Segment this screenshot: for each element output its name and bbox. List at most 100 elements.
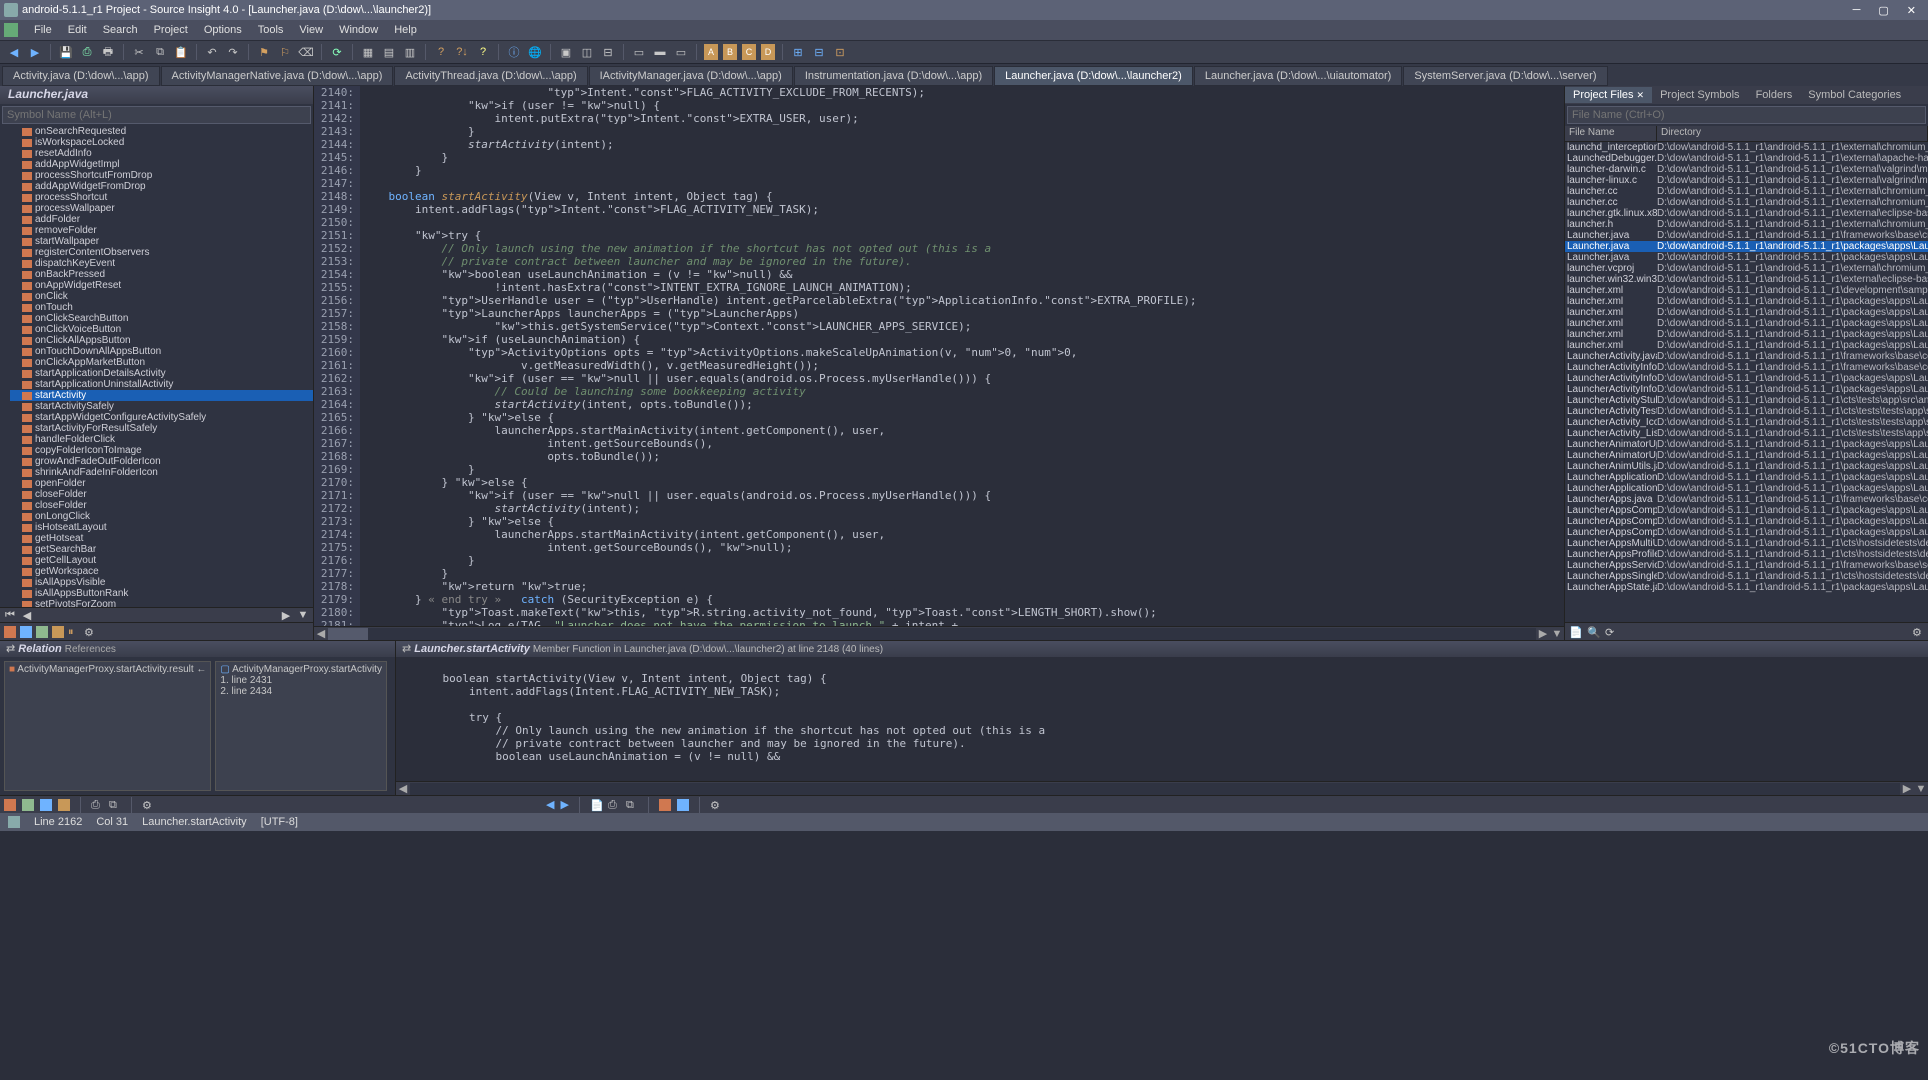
btool-5[interactable]: ⎙ <box>91 799 103 811</box>
file-row[interactable]: LauncherAppsCompD:\dow\android-5.1.1_r1\… <box>1565 516 1928 527</box>
ctx-nav-fwd[interactable]: ▶ <box>560 798 568 811</box>
menu-tools[interactable]: Tools <box>250 22 292 38</box>
tile-h-button[interactable]: ▦ <box>360 44 376 60</box>
nav-forward-button[interactable]: ▶ <box>27 44 43 60</box>
symbol-search-input[interactable] <box>2 106 311 124</box>
snippet-2-button[interactable]: ⊟ <box>811 44 827 60</box>
file-row[interactable]: launchd_interceptionD:\dow\android-5.1.1… <box>1565 142 1928 153</box>
ctx-hscroll-left[interactable]: ◀ <box>396 782 410 795</box>
btool-1[interactable] <box>4 799 16 811</box>
layout-1-button[interactable]: ▣ <box>558 44 574 60</box>
symbol-row[interactable]: registerContentObservers <box>10 247 313 258</box>
symbol-row[interactable]: addAppWidgetFromDrop <box>10 181 313 192</box>
btool-gear[interactable]: ⚙ <box>142 799 154 811</box>
file-row[interactable]: LauncherAppState.jaD:\dow\android-5.1.1_… <box>1565 582 1928 593</box>
project-tab[interactable]: Project Files✕ <box>1565 87 1652 103</box>
menu-edit[interactable]: Edit <box>60 22 95 38</box>
ctx-tool-3[interactable]: ⧉ <box>626 799 638 811</box>
letter-d-button[interactable]: D <box>761 44 775 60</box>
symbol-row[interactable]: processWallpaper <box>10 203 313 214</box>
symbol-row[interactable]: addAppWidgetImpl <box>10 159 313 170</box>
menu-file[interactable]: File <box>26 22 60 38</box>
symbol-row[interactable]: resetAddInfo <box>10 148 313 159</box>
save-all-button[interactable]: ⎙ <box>79 44 95 60</box>
doc-tab[interactable]: SystemServer.java (D:\dow\...\server) <box>1403 66 1607 86</box>
file-row[interactable]: launcher.ccD:\dow\android-5.1.1_r1\andro… <box>1565 186 1928 197</box>
symbol-row[interactable]: getHotseat <box>10 533 313 544</box>
doc-tab[interactable]: ActivityThread.java (D:\dow\...\app) <box>394 66 587 86</box>
file-row[interactable]: launcher.gtk.linux.x86D:\dow\android-5.1… <box>1565 208 1928 219</box>
save-button[interactable]: 💾 <box>58 44 74 60</box>
file-row[interactable]: LauncherActivity_ListD:\dow\android-5.1.… <box>1565 428 1928 439</box>
info-button[interactable]: ⓘ <box>506 44 522 60</box>
sym-tool-gear[interactable]: ⚙ <box>84 626 96 638</box>
redo-button[interactable]: ↷ <box>225 44 241 60</box>
symbol-list[interactable]: onSearchRequestedisWorkspaceLockedresetA… <box>0 126 313 607</box>
btool-6[interactable]: ⧉ <box>109 799 121 811</box>
layout-3-button[interactable]: ⊟ <box>600 44 616 60</box>
bookmark-clear-button[interactable]: ⌫ <box>298 44 314 60</box>
proj-tool-gear[interactable]: ⚙ <box>1912 626 1924 638</box>
symbol-row[interactable]: isWorkspaceLocked <box>10 137 313 148</box>
relation-callee-line-2[interactable]: 2. line 2434 <box>220 686 382 697</box>
file-row[interactable]: Launcher.javaD:\dow\android-5.1.1_r1\and… <box>1565 241 1928 252</box>
symbol-row[interactable]: onClickAllAppsButton <box>10 335 313 346</box>
file-row[interactable]: launcher.ccD:\dow\android-5.1.1_r1\andro… <box>1565 197 1928 208</box>
symbol-row[interactable]: onClick <box>10 291 313 302</box>
sym-tool-4[interactable] <box>52 626 64 638</box>
ctx-hscroll-right[interactable]: ▶ <box>1900 782 1914 795</box>
menu-window[interactable]: Window <box>331 22 386 38</box>
file-row[interactable]: launcher.hD:\dow\android-5.1.1_r1\androi… <box>1565 219 1928 230</box>
file-row[interactable]: launcher.xmlD:\dow\android-5.1.1_r1\andr… <box>1565 340 1928 351</box>
doc-tab[interactable]: Launcher.java (D:\dow\...\launcher2) <box>994 66 1193 86</box>
proj-tool-3[interactable]: ⟳ <box>1605 626 1617 638</box>
file-row[interactable]: LauncherAppsServicD:\dow\android-5.1.1_r… <box>1565 560 1928 571</box>
context-hscroll[interactable]: ◀ ▶ ▼ <box>396 781 1928 795</box>
file-row[interactable]: LauncherApplication.D:\dow\android-5.1.1… <box>1565 483 1928 494</box>
file-row[interactable]: LauncherActivityInfoD:\dow\android-5.1.1… <box>1565 362 1928 373</box>
symbol-row[interactable]: copyFolderIconToImage <box>10 445 313 456</box>
symbol-row[interactable]: dispatchKeyEvent <box>10 258 313 269</box>
file-row[interactable]: LaunchedDebugger.jD:\dow\android-5.1.1_r… <box>1565 153 1928 164</box>
sym-nav-down[interactable]: ▼ <box>295 608 311 622</box>
letter-a-button[interactable]: A <box>704 44 718 60</box>
close-tab-icon[interactable]: ✕ <box>1637 90 1645 100</box>
tile-v-button[interactable]: ▤ <box>381 44 397 60</box>
maximize-button[interactable]: ▢ <box>1878 4 1888 17</box>
find-next-button[interactable]: ?↓ <box>454 44 470 60</box>
minimize-button[interactable]: ─ <box>1853 4 1861 17</box>
print-button[interactable]: 🖶 <box>100 44 116 60</box>
hscroll-down[interactable]: ▼ <box>1550 628 1564 640</box>
symbol-row[interactable]: startActivitySafely <box>10 401 313 412</box>
symbol-row[interactable]: onSearchRequested <box>10 126 313 137</box>
menu-options[interactable]: Options <box>196 22 250 38</box>
find-button[interactable]: ? <box>433 44 449 60</box>
col-directory[interactable]: Directory <box>1657 126 1928 141</box>
layout-2-button[interactable]: ◫ <box>579 44 595 60</box>
symbol-row[interactable]: isHotseatLayout <box>10 522 313 533</box>
ctx-tool-5[interactable] <box>677 799 689 811</box>
symbol-row[interactable]: addFolder <box>10 214 313 225</box>
hscroll-left[interactable]: ◀ <box>314 627 328 640</box>
file-row[interactable]: LauncherApps.javaD:\dow\android-5.1.1_r1… <box>1565 494 1928 505</box>
bookmark-button[interactable]: ⚑ <box>256 44 272 60</box>
file-row[interactable]: LauncherAnimatorUpD:\dow\android-5.1.1_r… <box>1565 439 1928 450</box>
col-filename[interactable]: File Name <box>1565 126 1657 141</box>
symbol-row[interactable]: setPivotsForZoom <box>10 599 313 607</box>
file-row[interactable]: LauncherApplication.D:\dow\android-5.1.1… <box>1565 472 1928 483</box>
symbol-row[interactable]: isAllAppsVisible <box>10 577 313 588</box>
snippet-3-button[interactable]: ⊡ <box>832 44 848 60</box>
file-row[interactable]: launcher.xmlD:\dow\android-5.1.1_r1\andr… <box>1565 318 1928 329</box>
file-row[interactable]: LauncherActivity.javaD:\dow\android-5.1.… <box>1565 351 1928 362</box>
file-row[interactable]: LauncherAppsMultiUD:\dow\android-5.1.1_r… <box>1565 538 1928 549</box>
project-tab[interactable]: Symbol Categories <box>1800 87 1909 103</box>
file-row[interactable]: LauncherAppsSingleUD:\dow\android-5.1.1_… <box>1565 571 1928 582</box>
file-row[interactable]: LauncherAnimatorUpD:\dow\android-5.1.1_r… <box>1565 450 1928 461</box>
ctx-tool-gear[interactable]: ⚙ <box>710 799 722 811</box>
project-tab[interactable]: Folders <box>1748 87 1801 103</box>
file-row[interactable]: LauncherAppsCompD:\dow\android-5.1.1_r1\… <box>1565 527 1928 538</box>
symbol-row[interactable]: processShortcut <box>10 192 313 203</box>
undo-button[interactable]: ↶ <box>204 44 220 60</box>
letter-c-button[interactable]: C <box>742 44 756 60</box>
file-row[interactable]: LauncherAnimUtils.jaD:\dow\android-5.1.1… <box>1565 461 1928 472</box>
